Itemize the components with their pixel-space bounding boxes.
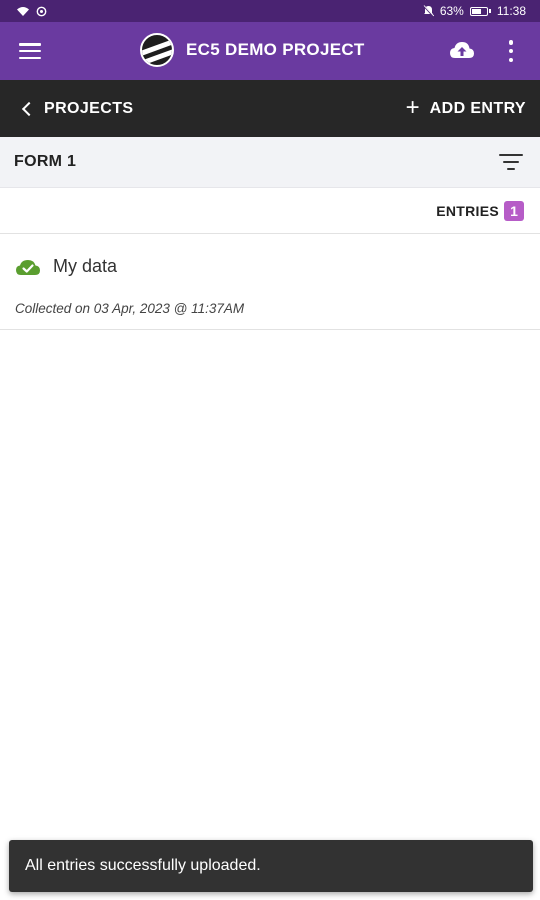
project-logo (140, 33, 174, 67)
menu-icon[interactable] (19, 43, 41, 59)
entry-title: My data (53, 256, 118, 276)
list-item[interactable]: My data Collected on 03 Apr, 2023 @ 11:3… (0, 234, 540, 330)
status-time: 11:38 (496, 4, 526, 18)
app-title: EC5 DEMO PROJECT (186, 40, 365, 59)
entry-title-row: My data (15, 256, 117, 277)
chevron-left-icon (21, 101, 37, 116)
add-entry-button[interactable]: + ADD ENTRY (405, 93, 526, 121)
upload-success-snackbar: All entries successfully uploaded. (9, 840, 533, 892)
wifi-icon (17, 6, 29, 16)
plus-icon: + (405, 93, 420, 121)
snackbar-message: All entries successfully uploaded. (25, 857, 261, 874)
status-bar: 63% 11:38 (0, 0, 540, 22)
cloud-upload-icon[interactable] (449, 39, 475, 61)
projects-back-button[interactable]: PROJECTS (20, 100, 133, 118)
battery-percent: 63% (439, 4, 464, 18)
form-title: FORM 1 (14, 153, 77, 170)
form-header: FORM 1 (0, 137, 540, 188)
entries-count-badge: 1 (504, 200, 524, 221)
cloud-check-icon (16, 259, 40, 275)
entry-collected-date: Collected on 03 Apr, 2023 @ 11:37AM (15, 301, 245, 316)
entries-label: ENTRIES (436, 202, 499, 219)
navigation-bar: PROJECTS + ADD ENTRY (0, 80, 540, 137)
app-bar: EC5 DEMO PROJECT (0, 22, 540, 80)
status-left-icons (16, 6, 47, 17)
hotspot-icon (36, 6, 47, 16)
mute-icon (422, 5, 434, 17)
add-entry-label: ADD ENTRY (429, 99, 526, 117)
more-vert-icon[interactable] (507, 40, 515, 62)
status-right-icons: 63% 11:38 (422, 4, 526, 18)
entries-count-row: ENTRIES 1 (0, 188, 540, 234)
filter-icon[interactable] (499, 154, 523, 170)
app-title-group: EC5 DEMO PROJECT (140, 33, 365, 67)
projects-back-label: PROJECTS (44, 99, 134, 117)
battery-icon (469, 6, 491, 16)
